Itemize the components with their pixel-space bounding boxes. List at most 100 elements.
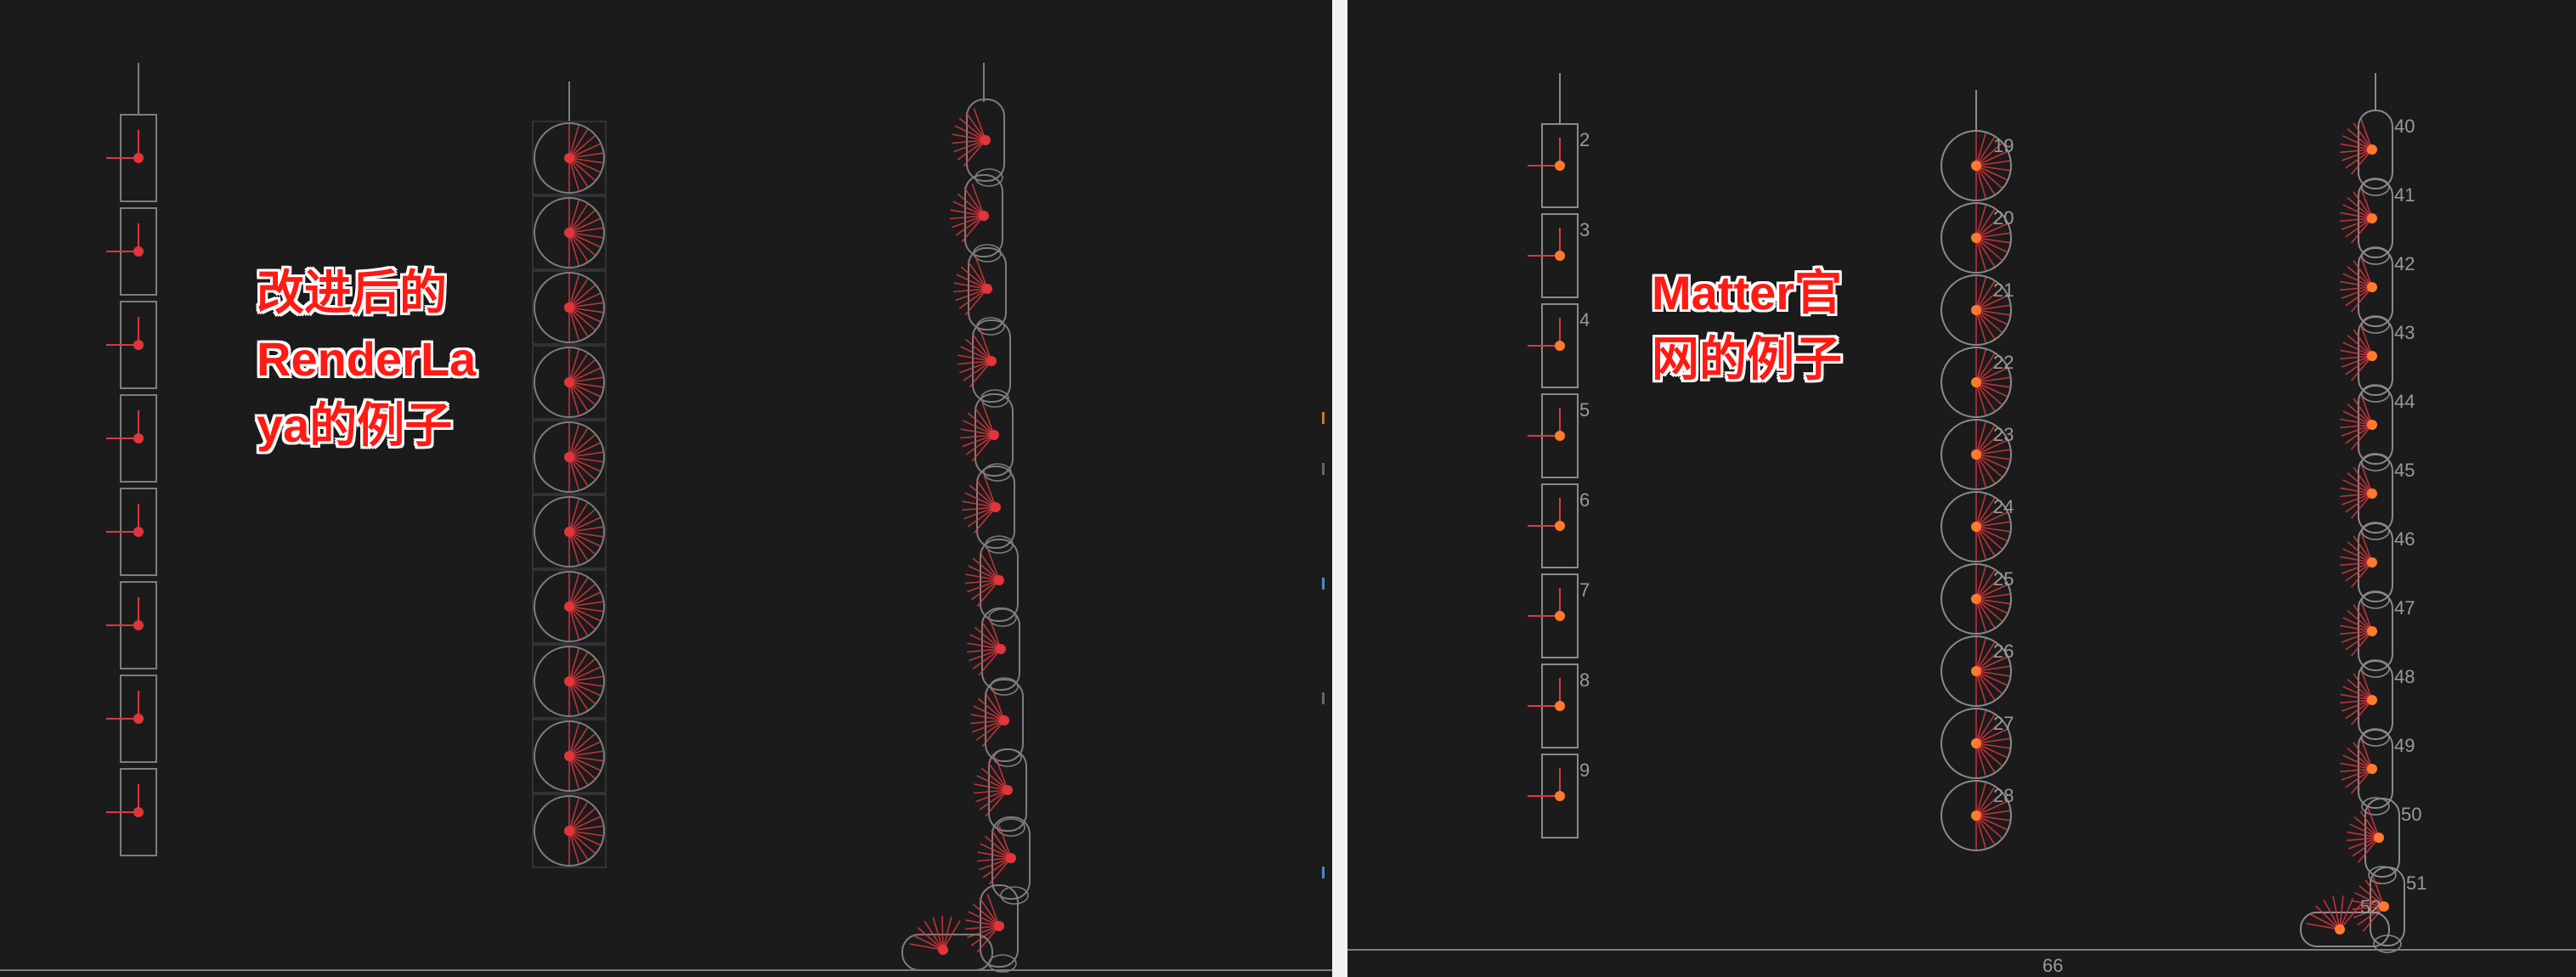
left-physics-canvas: [106, 63, 1031, 973]
right-panel: 2 3 4 5 6 7 8 9 19 20 21 22 23 24 25 26 27 28 40 41 42 43 44 45…: [1347, 0, 2576, 977]
chain-center-dot: [999, 715, 1009, 726]
chain-ray: [942, 917, 952, 951]
circle-body-label: 23: [1993, 424, 2014, 445]
edge-mark: [1322, 412, 1332, 424]
rect-center-dot: [1555, 251, 1565, 261]
chain-center-dot: [2374, 833, 2384, 843]
rect-center-dot: [133, 153, 144, 163]
circle-center-dot: [564, 751, 574, 761]
chain-center-dot: [2367, 626, 2377, 636]
left-ground-line: [0, 969, 1332, 971]
circle-body-label: 25: [1993, 568, 2014, 590]
circle-center-dot: [564, 228, 574, 238]
rect-center-dot: [133, 807, 144, 817]
chain-center-dot: [996, 644, 1006, 654]
circle-body-label: 22: [1993, 352, 2014, 373]
chain-center-dot: [2367, 764, 2377, 774]
right-caption: Matter官 网的例子: [1652, 266, 1843, 386]
edge-mark: [1322, 463, 1332, 475]
chain-ray: [941, 915, 944, 951]
circle-center-dot: [564, 527, 574, 537]
circle-body-label: 21: [1993, 280, 2014, 301]
chain-center-dot: [980, 135, 991, 145]
rect-center-dot: [1555, 431, 1565, 441]
circle-center-dot: [564, 153, 574, 163]
left-panel: 改进后的 RenderLa ya的例子: [0, 0, 1332, 977]
rect-center-dot: [133, 433, 144, 443]
circle-body-label: 24: [1993, 496, 2014, 517]
chain-center-dot: [2367, 144, 2377, 155]
chain-center-dot: [2367, 351, 2377, 361]
rect-center-dot: [1555, 161, 1565, 171]
chain-body-label: 47: [2394, 597, 2415, 618]
chain-body-label: 48: [2394, 666, 2415, 687]
chain-center-dot: [2335, 924, 2345, 935]
circle-center-dot: [1971, 377, 1981, 387]
rect-center-dot: [133, 620, 144, 630]
edge-mark: [1322, 692, 1332, 704]
edge-mark: [1322, 578, 1332, 590]
screenshot: 改进后的 RenderLa ya的例子 2 3 4 5 6 7 8 9 19 20 21 22 23 24…: [0, 0, 2576, 977]
rect-body-label: 4: [1579, 309, 1590, 330]
rect-center-dot: [1555, 791, 1565, 801]
edge-mark: [1322, 867, 1332, 878]
chain-center-dot: [1003, 785, 1013, 795]
chain-center-dot: [2367, 557, 2377, 568]
chain-center-dot: [989, 430, 999, 440]
circle-center-dot: [1971, 233, 1981, 243]
chain-body-label: 42: [2394, 253, 2415, 274]
chain-center-dot: [994, 921, 1004, 931]
rect-center-dot: [133, 340, 144, 350]
chain-body-label: 51: [2406, 873, 2426, 894]
rect-body-label: 2: [1579, 129, 1590, 150]
chain-center-dot: [1006, 853, 1016, 863]
rect-body-label: 6: [1579, 489, 1590, 511]
circle-center-dot: [1971, 666, 1981, 676]
chain-center-dot: [2367, 282, 2377, 292]
chain-body-label: 44: [2394, 391, 2415, 412]
circle-center-dot: [564, 826, 574, 836]
right-ground-line: [1347, 949, 2576, 951]
chain-body-label: 46: [2394, 528, 2415, 550]
circle-center-dot: [1971, 810, 1981, 821]
rect-center-dot: [133, 246, 144, 257]
circle-center-dot: [564, 302, 574, 313]
circle-center-dot: [564, 676, 574, 686]
circle-center-dot: [564, 601, 574, 612]
chain-body-label: 43: [2394, 322, 2415, 343]
chain-center-dot: [982, 284, 992, 294]
circle-center-dot: [1971, 305, 1981, 315]
chain-center-dot: [938, 945, 948, 955]
chain-center-dot: [979, 211, 989, 221]
circle-center-dot: [564, 452, 574, 462]
rect-body-label: 7: [1579, 579, 1590, 601]
rect-body-label: 8: [1579, 669, 1590, 691]
circle-center-dot: [1971, 449, 1981, 460]
chain-body-label: 40: [2394, 116, 2415, 137]
ground-label: 66: [2042, 955, 2064, 976]
rect-center-dot: [133, 527, 144, 537]
chain-body-label: 45: [2394, 460, 2415, 481]
circle-body-label: 28: [1993, 785, 2014, 806]
circle-body-label: 19: [1993, 135, 2014, 156]
circle-body-label: 20: [1993, 207, 2014, 229]
circle-center-dot: [1971, 161, 1981, 171]
chain-center-dot: [2367, 488, 2377, 499]
circle-center-dot: [564, 377, 574, 387]
circle-center-dot: [1971, 522, 1981, 532]
chain-body-label: 41: [2394, 184, 2415, 206]
panel-divider: [1332, 0, 1347, 977]
rect-center-dot: [1555, 341, 1565, 351]
rect-body-label: 9: [1579, 760, 1590, 781]
chain-center-dot: [994, 575, 1004, 585]
chain-body-label: 50: [2401, 804, 2421, 825]
right-physics-canvas: 2345678919202122232425262728404142434445…: [1528, 73, 2426, 953]
chain-center-dot: [2367, 213, 2377, 223]
circle-center-dot: [1971, 738, 1981, 748]
chain-center-dot: [2367, 695, 2377, 705]
circle-body-label: 27: [1993, 713, 2014, 734]
chain-body-label: 49: [2394, 735, 2415, 756]
chain-center-dot: [986, 356, 997, 366]
circle-center-dot: [1971, 594, 1981, 604]
chain-center-dot: [2367, 420, 2377, 430]
